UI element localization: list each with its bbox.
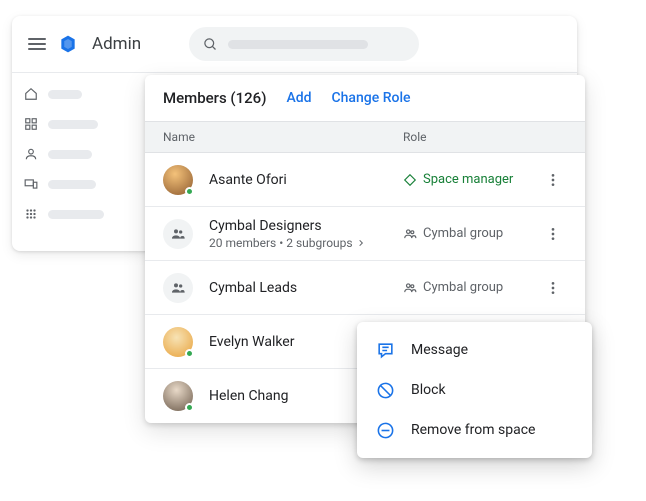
person-icon xyxy=(24,147,38,161)
sidebar-item-users[interactable] xyxy=(24,147,130,161)
group-icon xyxy=(403,227,417,241)
column-name: Name xyxy=(163,130,403,144)
sidebar-item-devices[interactable] xyxy=(24,177,130,191)
remove-icon xyxy=(375,420,395,440)
search-icon xyxy=(203,37,218,52)
table-row[interactable]: Asante Ofori Space manager xyxy=(145,153,585,207)
presence-online-icon xyxy=(185,349,194,358)
avatar xyxy=(163,327,193,357)
add-button[interactable]: Add xyxy=(286,90,311,106)
avatar xyxy=(163,165,193,195)
presence-online-icon xyxy=(185,403,194,412)
presence-online-icon xyxy=(185,187,194,196)
table-row[interactable]: Cymbal Designers 20 members • 2 subgroup… xyxy=(145,207,585,261)
members-title: Members (126) xyxy=(163,89,266,107)
group-avatar xyxy=(163,273,193,303)
column-role: Role xyxy=(403,130,567,144)
block-icon xyxy=(375,380,395,400)
sidebar-item-apps[interactable] xyxy=(24,207,130,221)
menu-remove[interactable]: Remove from space xyxy=(357,410,592,450)
sidebar xyxy=(12,73,142,251)
member-subtitle: 20 members • 2 subgroups xyxy=(209,236,403,250)
devices-icon xyxy=(24,177,38,191)
row-menu-button[interactable] xyxy=(539,274,567,302)
group-icon xyxy=(170,280,186,296)
admin-logo xyxy=(58,34,78,54)
members-header: Members (126) Add Change Role xyxy=(145,75,585,121)
row-menu-button[interactable] xyxy=(539,220,567,248)
message-icon xyxy=(375,340,395,360)
admin-title: Admin xyxy=(92,34,141,54)
menu-message[interactable]: Message xyxy=(357,330,592,370)
diamond-icon xyxy=(403,173,417,187)
role-cell: Cymbal group xyxy=(403,226,539,241)
change-role-button[interactable]: Change Role xyxy=(332,90,411,106)
group-icon xyxy=(170,226,186,242)
admin-header: Admin xyxy=(12,16,577,72)
avatar xyxy=(163,381,193,411)
more-vert-icon xyxy=(545,172,561,188)
search-input[interactable] xyxy=(189,27,419,61)
table-row[interactable]: Cymbal Leads Cymbal group xyxy=(145,261,585,315)
group-icon xyxy=(403,281,417,295)
dashboard-icon xyxy=(24,117,38,131)
more-vert-icon xyxy=(545,226,561,242)
chevron-right-icon xyxy=(357,239,365,247)
member-name: Cymbal Designers xyxy=(209,218,403,234)
sidebar-item-dashboard[interactable] xyxy=(24,117,130,131)
home-icon xyxy=(24,87,38,101)
member-name: Cymbal Leads xyxy=(209,280,403,296)
role-cell: Space manager xyxy=(403,172,539,187)
role-cell: Cymbal group xyxy=(403,280,539,295)
menu-label: Block xyxy=(411,382,446,398)
row-menu-button[interactable] xyxy=(539,166,567,194)
group-avatar xyxy=(163,219,193,249)
more-vert-icon xyxy=(545,280,561,296)
menu-label: Message xyxy=(411,342,468,358)
sidebar-item-home[interactable] xyxy=(24,87,130,101)
table-header: Name Role xyxy=(145,121,585,153)
menu-block[interactable]: Block xyxy=(357,370,592,410)
menu-icon[interactable] xyxy=(28,38,46,50)
menu-label: Remove from space xyxy=(411,422,535,438)
context-menu: Message Block Remove from space xyxy=(357,322,592,458)
apps-icon xyxy=(24,207,38,221)
member-name: Asante Ofori xyxy=(209,172,403,188)
